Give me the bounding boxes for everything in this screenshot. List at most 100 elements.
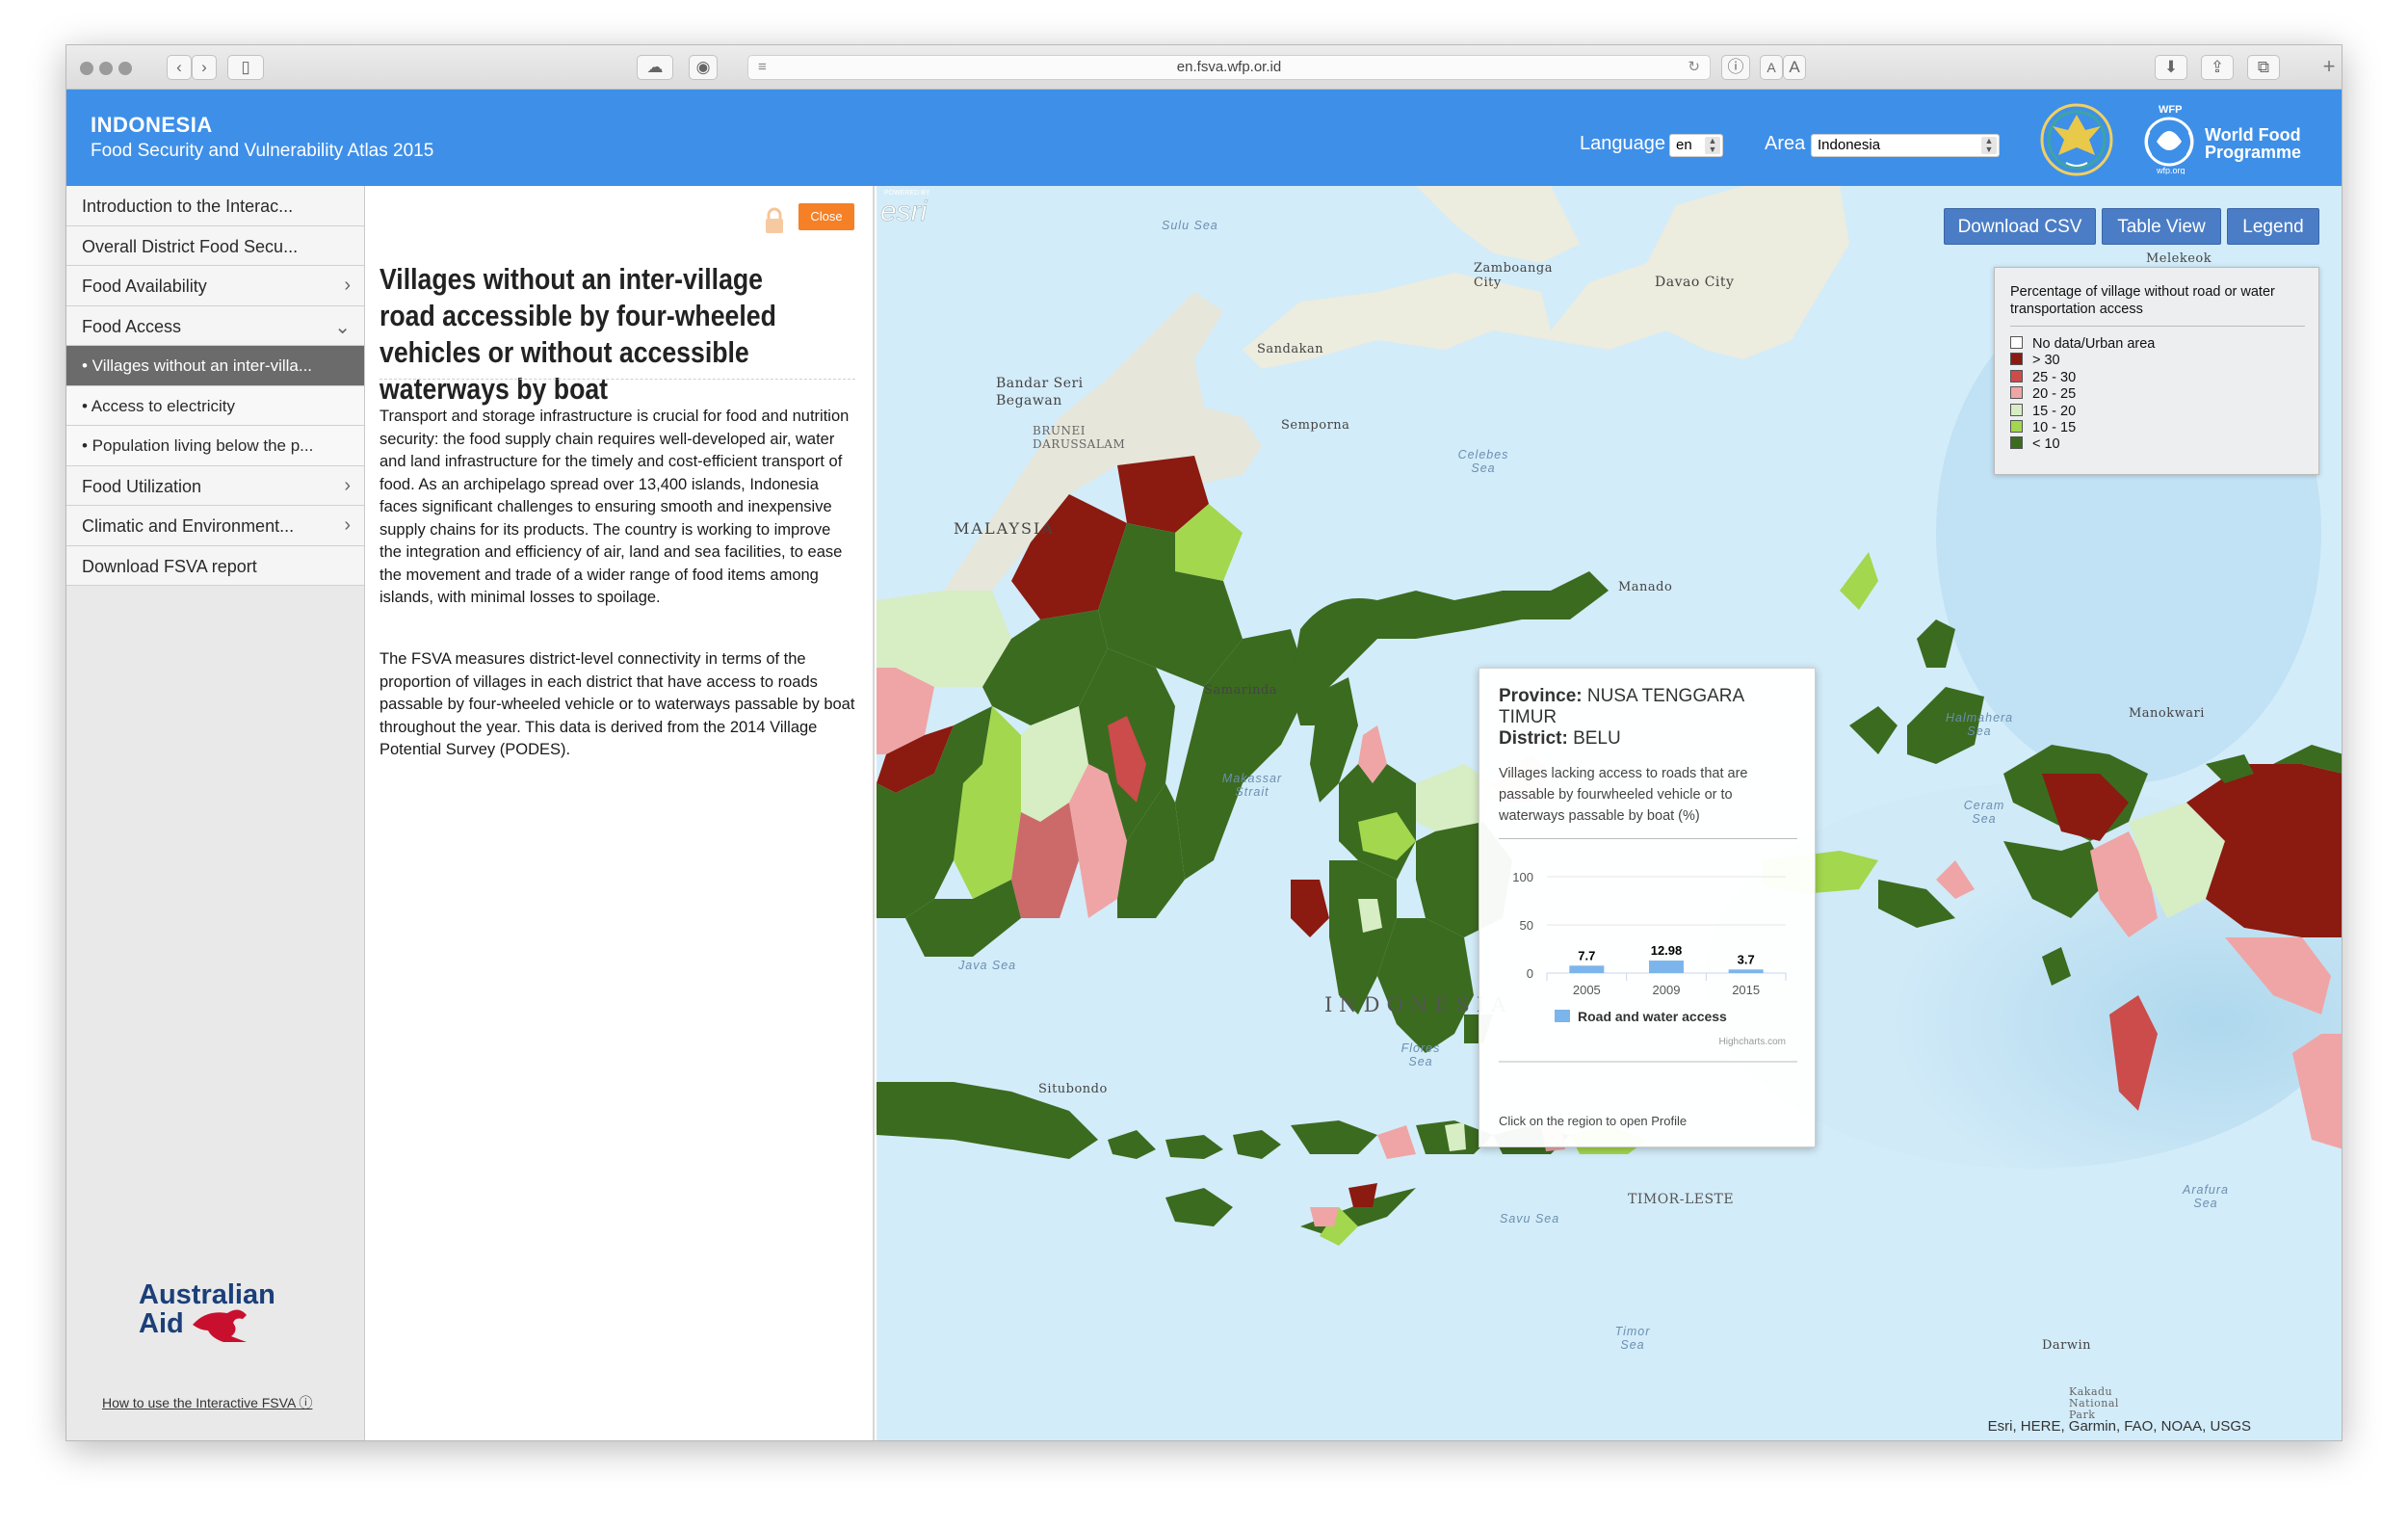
data-label: 12.98 <box>1651 943 1683 958</box>
chevron-right-icon: › <box>344 474 351 496</box>
sidebar-item-label: • Access to electricity <box>82 396 236 415</box>
content-panel: Close Villages without an inter-village … <box>366 186 875 1440</box>
close-button[interactable]: Close <box>798 203 854 230</box>
tooltip-district: District: BELU <box>1499 728 1621 750</box>
aid-logo-line2: Aid <box>139 1308 184 1339</box>
sidebar-item[interactable]: Climatic and Environment... › <box>66 506 364 546</box>
sidebar-item[interactable]: • Villages without an inter-villa... <box>66 346 364 386</box>
esri-wordmark: esri <box>880 196 929 224</box>
legend-swatch <box>2010 336 2023 349</box>
sidebar-item[interactable]: • Population living below the p... <box>66 426 364 466</box>
info-small-icon: ⓘ <box>299 1395 313 1410</box>
kangaroo-icon <box>193 1309 247 1342</box>
select-arrows-icon: ▲ ▼ <box>1981 137 1997 154</box>
sidebar-item-label: Food Availability <box>82 277 207 296</box>
text-smaller-button[interactable]: A <box>1760 55 1783 80</box>
privacy-icon[interactable]: ◉ <box>689 55 718 80</box>
x-tick-label: 2015 <box>1732 983 1760 997</box>
new-tab-icon[interactable]: + <box>2316 55 2342 80</box>
legend-item: No data/Urban area <box>2010 335 2155 353</box>
legend-label: < 10 <box>2032 436 2060 453</box>
text-larger-button[interactable]: A <box>1783 55 1806 80</box>
australian-aid-logo: Australian Aid <box>139 1279 275 1342</box>
sea-label-savu: Savu Sea <box>1500 1212 1560 1225</box>
legend-swatch <box>2010 403 2023 416</box>
sidebar-item[interactable]: Food Availability › <box>66 266 364 306</box>
info-icon[interactable]: ⓘ <box>1721 55 1750 80</box>
sidebar-item-label: • Villages without an inter-villa... <box>82 356 313 375</box>
tooltip-province: Province: NUSA TENGGARA TIMUR <box>1499 686 1797 728</box>
download-icon[interactable]: ⬇ <box>2155 55 2187 80</box>
wfp-name: World Food Programme <box>2205 126 2301 161</box>
share-icon[interactable]: ⇪ <box>2201 55 2234 80</box>
close-window-dot[interactable] <box>80 62 93 75</box>
wfp-url: wfp.org <box>2156 166 2186 174</box>
sea-label-makassar: Makassar Strait <box>1221 772 1283 799</box>
back-icon[interactable]: ‹ <box>167 55 192 80</box>
select-arrows-icon: ▲ ▼ <box>1705 137 1720 154</box>
area-select[interactable]: Indonesia ▲ ▼ <box>1811 134 2000 157</box>
lock-icon[interactable] <box>764 207 785 234</box>
legend-label: > 30 <box>2032 353 2060 369</box>
browser-toolbar: ‹ › ▯ ☁ ◉ ≡ en.fsva.wfp.or.id ↻ ⓘ A A ⬇ … <box>66 45 2342 90</box>
place-label-bandar: Bandar Seri Begawan <box>996 376 1084 408</box>
district-shape <box>1310 1207 1339 1226</box>
howto-link-text: How to use the Interactive FSVA <box>102 1395 296 1410</box>
y-tick-label: 100 <box>1512 870 1533 884</box>
legend-button[interactable]: Legend <box>2227 208 2319 245</box>
sidebar-item[interactable]: Overall District Food Secu... <box>66 225 364 266</box>
tabs-icon[interactable]: ⧉ <box>2247 55 2280 80</box>
sidebar-item[interactable]: Food Utilization › <box>66 465 364 506</box>
sidebar-item[interactable]: Introduction to the Interac... <box>66 186 364 226</box>
place-label-samarinda: Samarinda <box>1204 683 1278 698</box>
legend-item: 10 - 15 <box>2010 419 2076 436</box>
map-view[interactable]: Sulu Sea Zamboanga City Davao City Sanda… <box>877 186 2342 1440</box>
tooltip-divider <box>1499 838 1797 839</box>
reader-list-icon[interactable]: ≡ <box>758 56 767 79</box>
area-value: Indonesia <box>1818 137 1881 153</box>
legend-label: 25 - 30 <box>2032 369 2077 385</box>
legend-swatch <box>2010 353 2023 366</box>
x-tick-label: 2009 <box>1653 983 1681 997</box>
sidebar-item[interactable]: Food Access ⌄ <box>66 305 364 346</box>
minimize-window-dot[interactable] <box>99 62 113 75</box>
sidebar-item-label: Food Utilization <box>82 476 202 496</box>
place-label-manokwari: Manokwari <box>2129 706 2205 721</box>
legend-swatch <box>2010 436 2023 450</box>
place-label-zamboanga: Zamboanga City <box>1474 261 1553 290</box>
legend-swatch <box>2010 369 2023 382</box>
sea-label-sulu: Sulu Sea <box>1162 219 1218 232</box>
reload-icon[interactable]: ↻ <box>1688 56 1700 79</box>
place-label-timor-leste: TIMOR-LESTE <box>1628 1192 1735 1207</box>
language-label: Language <box>1580 133 1665 154</box>
panel-paragraph-2: The FSVA measures district-level connect… <box>380 650 855 758</box>
sidebar-item[interactable]: • Access to electricity <box>66 385 364 426</box>
legend-item: 20 - 25 <box>2010 385 2076 403</box>
language-select[interactable]: en ▲ ▼ <box>1669 134 1723 157</box>
download-csv-button[interactable]: Download CSV <box>1944 208 2096 245</box>
map-legend: Percentage of village without road or wa… <box>1994 267 2319 475</box>
district-tooltip: Province: NUSA TENGGARA TIMUR District: … <box>1479 668 1816 1147</box>
app-subtitle: Food Security and Vulnerability Atlas 20… <box>91 141 434 161</box>
sidebar-item[interactable]: Download FSVA report <box>66 545 364 586</box>
tooltip-hint: Click on the region to open Profile <box>1499 1114 1688 1128</box>
map-attribution: Esri, HERE, Garmin, FAO, NOAA, USGS <box>1987 1418 2251 1435</box>
sidebar-item-label: • Population living below the p... <box>82 436 314 455</box>
sea-label-java: Java Sea <box>958 959 1017 972</box>
table-view-button[interactable]: Table View <box>2102 208 2221 245</box>
cloud-icon[interactable]: ☁ <box>637 55 673 80</box>
sea-label-celebes: Celebes Sea <box>1457 448 1509 475</box>
place-label-darwin: Darwin <box>2042 1338 2092 1353</box>
howto-link[interactable]: How to use the Interactive FSVA ⓘ <box>102 1393 312 1412</box>
sidebar: Introduction to the Interac... Overall Di… <box>66 186 365 1440</box>
legend-label: 20 - 25 <box>2032 386 2077 403</box>
sidebar-item-label: Food Access <box>82 316 182 336</box>
place-label-davao: Davao City <box>1655 275 1735 290</box>
sidebar-toggle-icon[interactable]: ▯ <box>227 55 264 80</box>
address-bar[interactable]: ≡ en.fsva.wfp.or.id ↻ <box>747 55 1711 80</box>
zoom-window-dot[interactable] <box>118 62 132 75</box>
forward-icon[interactable]: › <box>192 55 217 80</box>
area-label: Area <box>1765 133 1806 154</box>
place-label-situbondo: Situbondo <box>1038 1082 1108 1096</box>
wfp-small-text: WFP <box>2159 104 2182 116</box>
